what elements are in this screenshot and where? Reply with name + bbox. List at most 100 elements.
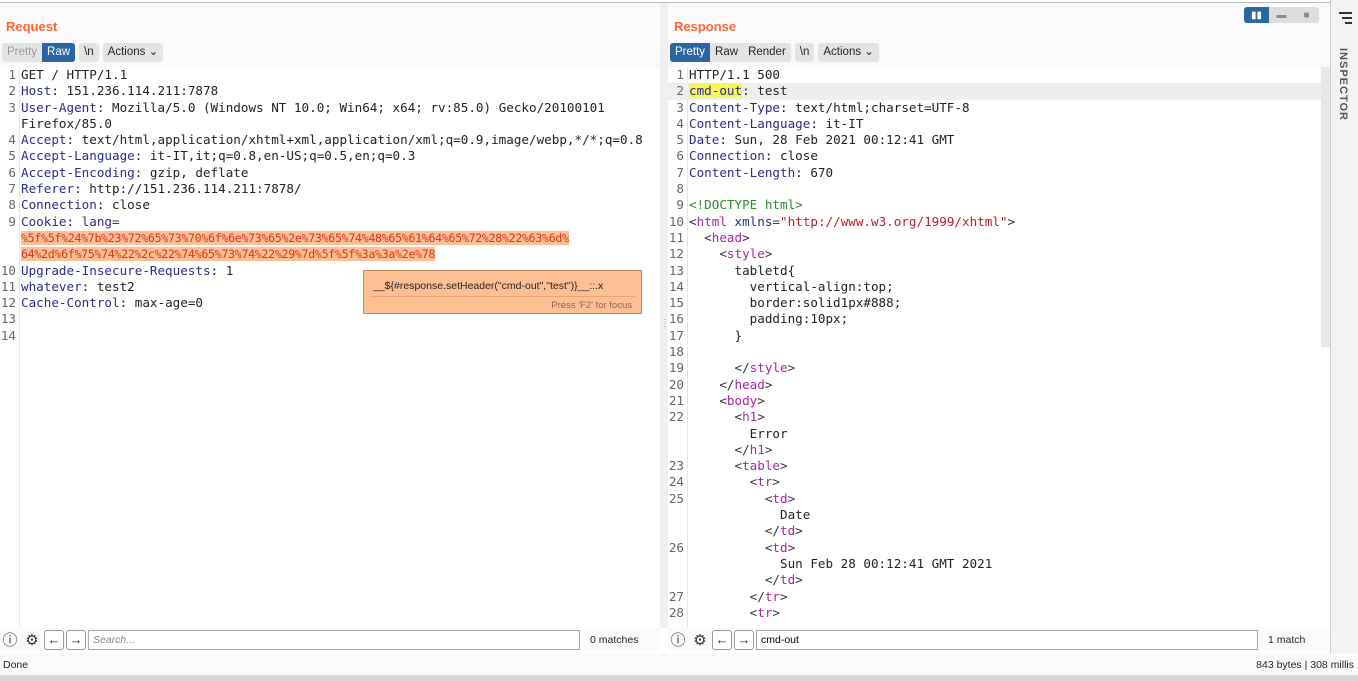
split-columns-icon[interactable]: ▮▮ bbox=[1244, 7, 1269, 23]
actions-button[interactable]: Actions ⌄ bbox=[818, 43, 879, 62]
menu-icon[interactable] bbox=[1339, 12, 1352, 27]
editor-line: 2 cmd-out: test bbox=[668, 83, 1330, 100]
token: h1 bbox=[749, 441, 765, 457]
line-number: 14 bbox=[668, 278, 684, 294]
next-match-button[interactable]: → bbox=[66, 629, 86, 650]
token: < bbox=[689, 213, 697, 229]
token: td bbox=[772, 539, 788, 555]
editor-line: 11 <head> bbox=[668, 230, 1330, 246]
editor-line: 13 tabletd{ bbox=[668, 263, 1330, 279]
line-text: Upgrade-Insecure-Requests: 1 bbox=[21, 263, 233, 279]
editor-line: 16 padding:10px; bbox=[668, 311, 1330, 327]
line-text: <head> bbox=[689, 230, 750, 246]
help-icon[interactable]: ⓘ bbox=[668, 630, 688, 650]
line-number: 22 bbox=[668, 409, 684, 425]
search-input[interactable] bbox=[756, 629, 1258, 650]
gear-icon[interactable]: ⚙ bbox=[690, 630, 710, 650]
token: td bbox=[772, 490, 788, 506]
line-number: 23 bbox=[668, 458, 684, 474]
gear-icon[interactable]: ⚙ bbox=[22, 630, 42, 650]
token: > bbox=[742, 229, 750, 245]
editor-line: 6 Accept-Encoding: gzip, deflate bbox=[0, 165, 660, 181]
inspector-tab[interactable]: INSPECTOR bbox=[1337, 48, 1349, 121]
tooltip-hint: Press 'F2' for focus bbox=[551, 300, 632, 311]
line-number: 14 bbox=[0, 327, 16, 343]
tab-render[interactable]: Render bbox=[743, 43, 791, 62]
line-text: Accept-Encoding: gzip, deflate bbox=[21, 165, 248, 181]
line-number: 16 bbox=[668, 311, 684, 327]
line-text: Host: 151.236.114.211:7878 bbox=[21, 83, 218, 99]
line-text: </head> bbox=[689, 377, 772, 393]
line-text: <body> bbox=[689, 393, 765, 409]
line-text: Firefox/85.0 bbox=[21, 116, 112, 132]
line-text: Cookie: lang= bbox=[21, 214, 120, 230]
scrollbar[interactable] bbox=[1321, 67, 1330, 347]
token: Content-Type bbox=[689, 99, 780, 115]
token: </ bbox=[689, 523, 780, 539]
request-editor[interactable]: 1 GET / HTTP/1.1 2 Host: 151.236.114.211:78… bbox=[0, 67, 660, 628]
token: : bbox=[66, 213, 82, 229]
response-editor[interactable]: 1 HTTP/1.1 500 2 cmd-out: test 3 Content-Type… bbox=[668, 67, 1330, 628]
actions-button[interactable]: Actions ⌄ bbox=[103, 43, 164, 62]
tab-raw[interactable]: Raw bbox=[710, 43, 743, 62]
line-text: </td> bbox=[689, 572, 803, 588]
line-text: <!DOCTYPE html> bbox=[689, 197, 803, 213]
editor-line: 23 <table> bbox=[668, 458, 1330, 474]
token: < bbox=[689, 229, 712, 245]
prev-match-button[interactable]: ← bbox=[712, 629, 732, 650]
line-text: Accept-Language: it-IT,it;q=0.8,en-US;q=… bbox=[21, 148, 415, 164]
editor-line: Error bbox=[668, 426, 1330, 442]
token: : text/html,application/xhtml+xml,applic… bbox=[66, 132, 643, 148]
tab-pretty[interactable]: Pretty bbox=[670, 43, 711, 62]
token: < bbox=[689, 539, 773, 555]
line-text: <h1> bbox=[689, 409, 764, 425]
token: : Sun, 28 Feb 2021 00:12:41 GMT bbox=[719, 132, 955, 148]
layout-switcher: ▮▮ ▬ ■ bbox=[1244, 7, 1319, 23]
token: <!DOCTYPE html> bbox=[689, 197, 803, 213]
token: > bbox=[772, 474, 781, 490]
token: : http://151.236.114.211:7878/ bbox=[74, 181, 302, 197]
token: </ bbox=[689, 588, 765, 604]
editor-line: %5f%5f%24%7b%23%72%65%73%70%6f%6e%73%65%… bbox=[0, 230, 660, 246]
token: tabletd{ bbox=[689, 262, 796, 278]
token: table bbox=[742, 458, 780, 474]
line-text: <style> bbox=[689, 246, 772, 262]
line-text: border:solid1px#888; bbox=[689, 295, 902, 311]
split-rows-icon[interactable]: ▬ bbox=[1269, 7, 1294, 23]
editor-line: 1 HTTP/1.1 500 bbox=[668, 67, 1330, 83]
search-input[interactable] bbox=[88, 629, 580, 650]
tab-pretty[interactable]: Pretty bbox=[2, 43, 42, 62]
line-text: Content-Length: 670 bbox=[689, 165, 833, 181]
line-number: 11 bbox=[668, 229, 684, 245]
response-stats: 843 bytes | 308 millis bbox=[1256, 659, 1354, 671]
line-number: 24 bbox=[668, 474, 684, 490]
newline-toggle[interactable]: \n bbox=[79, 43, 99, 62]
request-panel: Request Pretty Raw \n Actions ⌄ 1 GET / HT… bbox=[0, 3, 660, 628]
help-icon[interactable]: ⓘ bbox=[0, 630, 20, 650]
line-number: 2 bbox=[676, 83, 684, 99]
token: > bbox=[1007, 213, 1016, 229]
actions-label: Actions bbox=[107, 46, 146, 58]
panel-splitter[interactable]: ⋮ bbox=[660, 3, 670, 628]
token: 64%2d%6f%75%74%22%2c%22%74%65%73%74%22%2… bbox=[21, 247, 436, 262]
tab-raw[interactable]: Raw bbox=[42, 43, 76, 62]
line-number: 6 bbox=[676, 148, 684, 164]
editor-line: 4 Accept: text/html,application/xhtml+xml… bbox=[0, 132, 660, 148]
token: xmlns bbox=[734, 213, 773, 229]
prev-match-button[interactable]: ← bbox=[44, 629, 64, 650]
newline-toggle[interactable]: \n bbox=[795, 43, 815, 62]
line-number: 1 bbox=[8, 67, 16, 82]
line-number: 4 bbox=[8, 132, 16, 148]
single-pane-icon[interactable]: ■ bbox=[1294, 7, 1319, 23]
editor-line: 3 Content-Type: text/html;charset=UTF-8 bbox=[668, 100, 1330, 116]
token: : gzip, deflate bbox=[134, 164, 249, 180]
next-match-button[interactable]: → bbox=[734, 629, 754, 650]
line-text: <tr> bbox=[689, 605, 780, 621]
token: < bbox=[689, 458, 743, 474]
editor-line: 5 Accept-Language: it-IT,it;q=0.8,en-US;q… bbox=[0, 148, 660, 164]
line-text: vertical-align:top; bbox=[689, 279, 894, 295]
token: : test2 bbox=[81, 278, 135, 294]
token: Referer bbox=[21, 181, 75, 197]
line-number: 3 bbox=[676, 99, 684, 115]
line-text: 64%2d%6f%75%74%22%2c%22%74%65%73%74%22%2… bbox=[21, 246, 435, 262]
